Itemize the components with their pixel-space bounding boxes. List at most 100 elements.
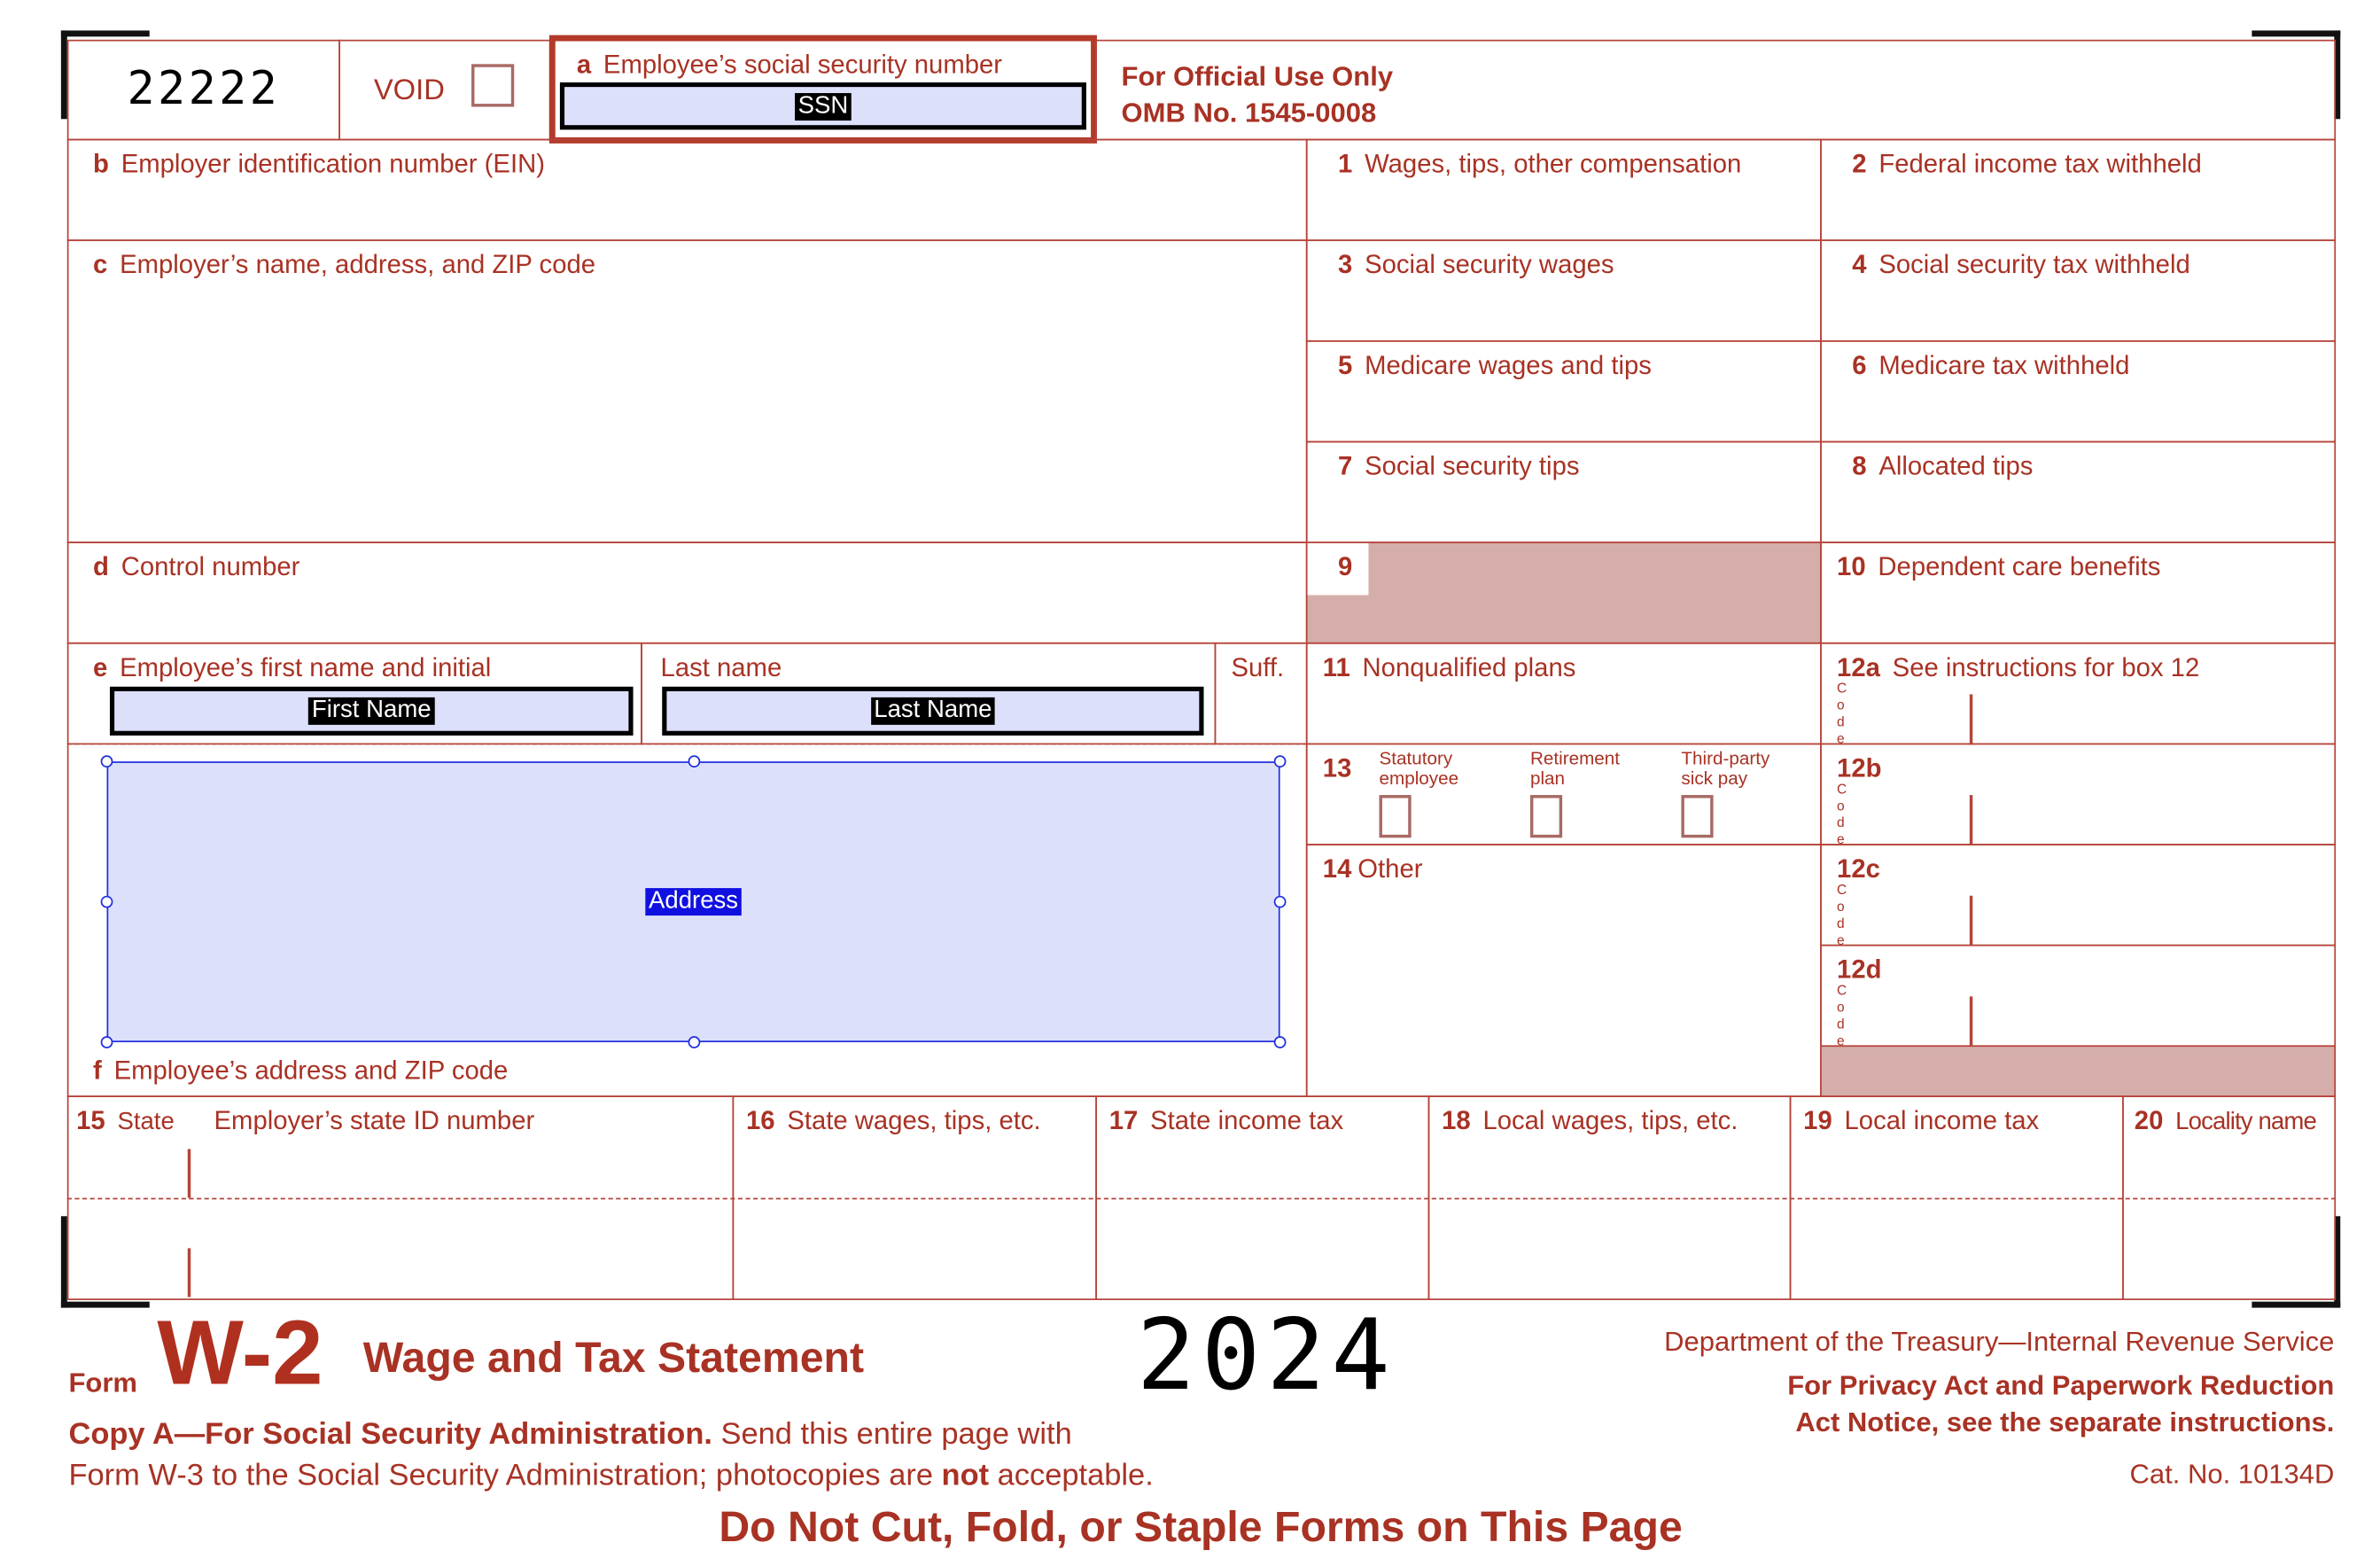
corner-mark [60,1301,150,1308]
resize-handle[interactable] [100,895,113,908]
resize-handle[interactable] [100,755,113,768]
resize-handle[interactable] [1273,895,1287,908]
address-input[interactable]: Address [106,761,1280,1042]
box-number: 3 [1338,250,1353,280]
code-label: Code [1837,781,1847,847]
code-label: Code [1837,982,1847,1048]
box-number: 5 [1338,351,1353,380]
box-a: a Employee’s social security number SSN [548,35,1097,144]
box-label: Dependent care benefits [1878,552,2161,582]
retirement-label: Retirement [1529,747,1621,769]
copy-a-instructions: Send this entire page with [712,1417,1072,1452]
corner-mark [2252,1301,2341,1308]
box-a-label: Employee’s social security number [603,50,1003,80]
box-number: 8 [1852,451,1867,481]
box-number: 14 [1322,854,1352,884]
box-6: 6 Medicare tax withheld [1820,339,2337,443]
box-14: 14 Other [1305,844,1822,1097]
box-d-letter: d [93,552,109,582]
form-name: W-2 [157,1301,323,1405]
box-number: 19 [1803,1106,1832,1136]
box-number: 12b [1837,753,1882,783]
privacy-notice: For Privacy Act and Paperwork Reduction [1787,1370,2335,1401]
box-f-letter: f [93,1056,102,1086]
box-12c: 12c Code [1820,844,2337,948]
box-3: 3 Social security wages [1305,239,1822,342]
box-c-label: Employer’s name, address, and ZIP code [120,250,596,280]
ssn-input[interactable]: SSN [559,82,1086,130]
corner-mark [2252,30,2341,37]
state-id-label: Employer’s state ID number [214,1106,535,1136]
box-label: Wages, tips, other compensation [1365,149,1742,179]
box-number: 17 [1108,1106,1139,1136]
form-title: Wage and Tax Statement [362,1333,865,1382]
code-label: Code [1837,882,1847,948]
void-checkbox[interactable] [471,64,515,107]
box-11: 11 Nonqualified plans [1305,642,1822,745]
box-number: 11 [1322,652,1350,682]
copy-a-instructions-3: acceptable. [989,1459,1154,1492]
official-use-text: For Official Use Only [1121,60,1394,92]
corner-mark [60,30,67,120]
box-number: 1 [1338,149,1353,179]
box-label: Locality name [2175,1109,2317,1136]
void-cell: VOID [338,39,551,141]
box-2: 2 Federal income tax withheld [1820,138,2337,242]
void-label: VOID [373,74,445,107]
corner-mark [60,1216,67,1308]
privacy-notice-2: Act Notice, see the separate instruction… [1795,1406,2335,1437]
box-label: Social security tips [1365,451,1580,481]
omb-number: OMB No. 1545-0008 [1121,97,1377,129]
state-label: State [117,1109,175,1136]
resize-handle[interactable] [1273,1036,1287,1048]
first-name-input[interactable]: First Name [109,686,634,736]
box-12a: 12a See instructions for box 12 Code [1820,642,2337,746]
copy-a-instructions-2: Form W-3 to the Social Security Administ… [68,1459,942,1492]
box-label: Nonqualified plans [1362,652,1576,682]
code-divider [1969,795,1972,845]
box-number: 18 [1442,1106,1471,1136]
third-party-sick-pay-checkbox[interactable] [1681,795,1714,838]
resize-handle[interactable] [688,755,701,768]
state-divider [187,1149,191,1198]
retirement-plan-checkbox[interactable] [1529,795,1563,838]
box-label: See instructions for box 12 [1892,652,2200,682]
box-13: 13 Statutory employee Retirement plan Thir… [1305,743,1822,845]
code-divider [1969,694,1972,745]
box-label: Medicare wages and tips [1365,351,1652,380]
box-number: 12d [1837,954,1882,985]
code-divider [1969,996,1972,1048]
address-text: Address [645,888,742,916]
resize-handle[interactable] [1273,755,1287,768]
box-label: Local income tax [1844,1106,2040,1136]
corner-mark [60,30,150,37]
box-label: Social security wages [1365,250,1614,280]
box-label: Local wages, tips, etc. [1482,1106,1738,1136]
resize-handle[interactable] [100,1036,113,1048]
statutory-label-2: employee [1379,767,1459,790]
statutory-employee-checkbox[interactable] [1379,795,1412,838]
box-number: 13 [1322,753,1352,783]
code-divider [1969,895,1972,947]
box-number: 2 [1852,149,1867,179]
box-a-letter: a [576,50,592,80]
box-number: 9 [1338,552,1353,582]
box-number: 4 [1852,250,1867,280]
box-label: Medicare tax withheld [1878,351,2130,380]
resize-handle[interactable] [688,1036,701,1048]
dashed-divider [66,743,1308,745]
box-number: 20 [2134,1106,2164,1136]
retirement-label-2: plan [1529,767,1566,790]
third-party-label-2: sick pay [1681,767,1748,790]
box-label: State income tax [1150,1106,1344,1136]
department: Department of the Treasury—Internal Reve… [1664,1326,2335,1357]
box-number: 16 [745,1106,775,1136]
box-c-letter: c [93,250,108,280]
suffix-label: Suff. [1231,652,1285,682]
box-label: Federal income tax withheld [1878,149,2202,179]
catalog-number: Cat. No. 10134D [2129,1459,2335,1490]
box-c: c Employer’s name, address, and ZIP code [66,239,1308,543]
box-f-label: Employee’s address and ZIP code [113,1056,509,1086]
last-name-input[interactable]: Last Name [662,686,1204,736]
box-number: 12a [1837,652,1880,682]
